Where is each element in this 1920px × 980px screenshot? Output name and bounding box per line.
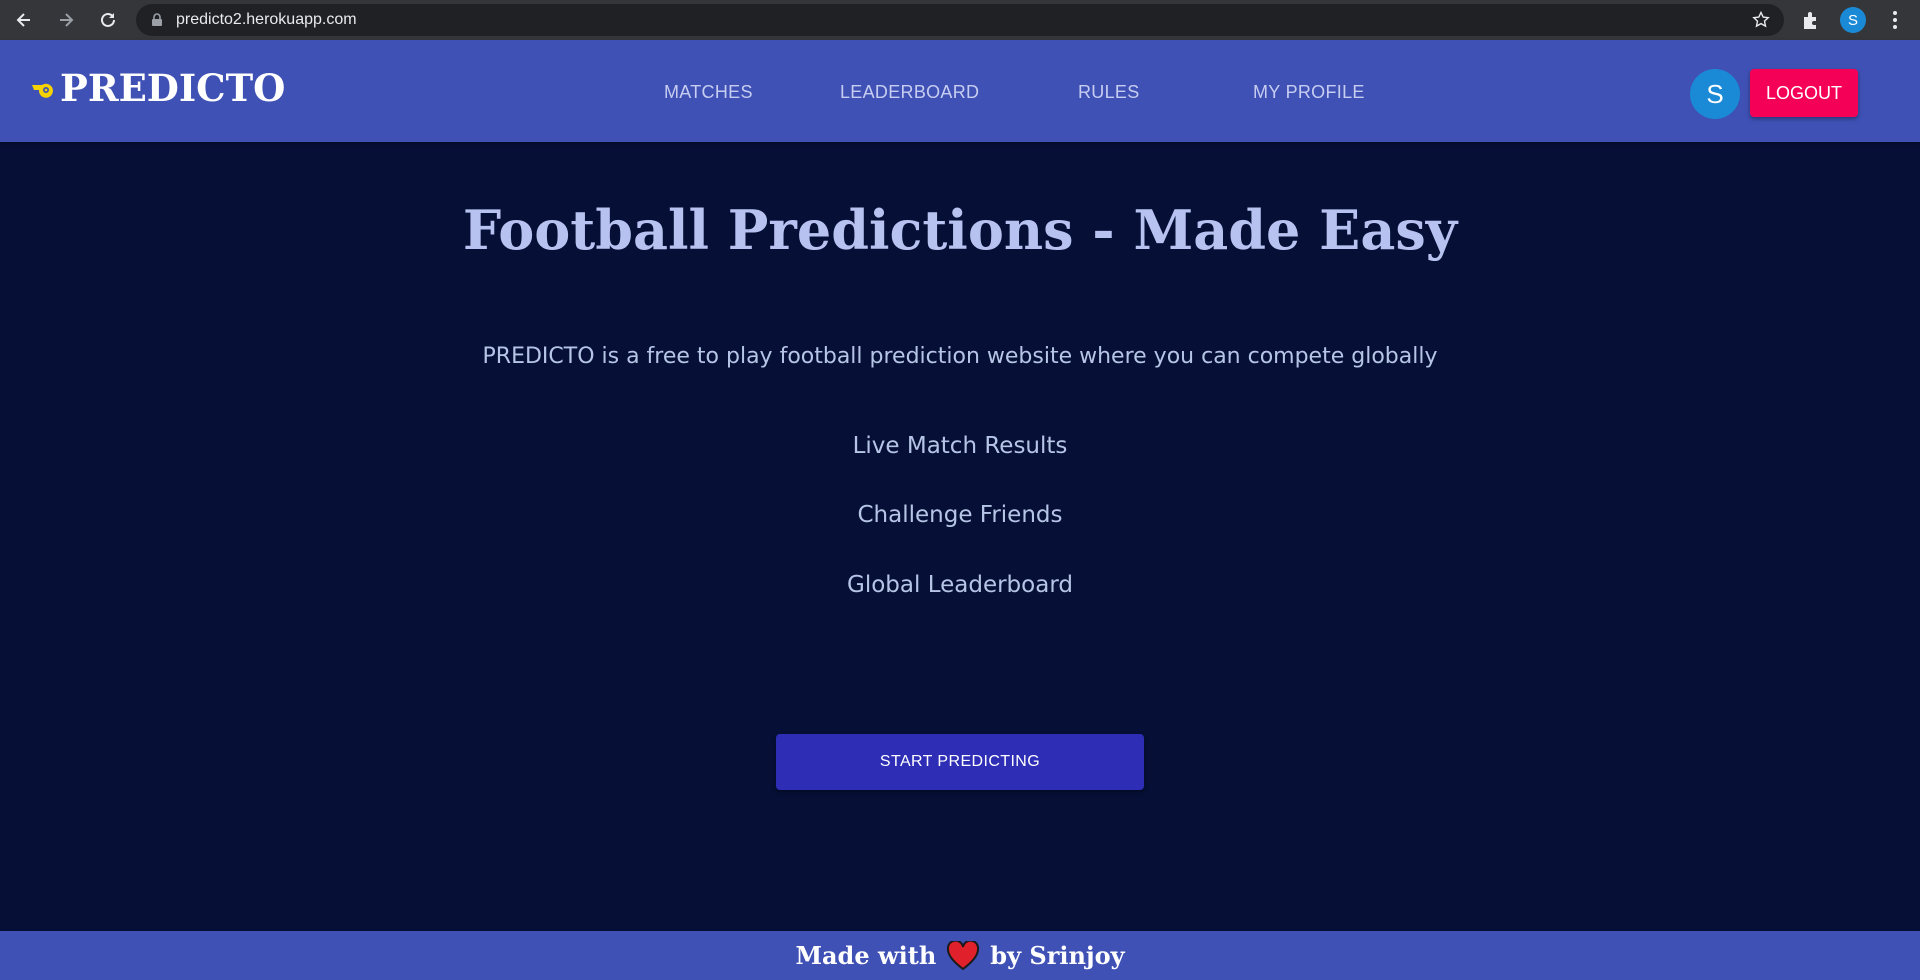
user-avatar-initial: S xyxy=(1706,78,1724,109)
back-icon[interactable] xyxy=(12,8,36,32)
reload-icon[interactable] xyxy=(96,8,120,32)
whistle-icon xyxy=(32,83,53,98)
app-header: PREDICTO MATCHES LEADERBOARD RULES MY PR… xyxy=(0,40,1920,142)
nav-rules[interactable]: RULES xyxy=(1078,82,1140,103)
feature-item: Live Match Results xyxy=(852,433,1068,459)
nav-matches[interactable]: MATCHES xyxy=(664,82,753,103)
logout-button[interactable]: LOGOUT xyxy=(1750,69,1858,117)
nav-my-profile[interactable]: MY PROFILE xyxy=(1253,82,1365,103)
start-predicting-button[interactable]: START PREDICTING xyxy=(776,734,1144,790)
feature-item: Global Leaderboard xyxy=(847,572,1073,598)
brand-logo[interactable]: PREDICTO xyxy=(30,66,285,110)
feature-item: Challenge Friends xyxy=(857,502,1063,528)
lock-icon xyxy=(152,13,162,26)
menu-icon[interactable] xyxy=(1884,9,1906,31)
footer-prefix: Made with xyxy=(795,941,937,970)
extensions-icon[interactable] xyxy=(1800,9,1822,31)
user-avatar[interactable]: S xyxy=(1690,69,1740,119)
address-bar[interactable]: predicto2.herokuapp.com xyxy=(136,4,1784,36)
browser-toolbar: predicto2.herokuapp.com S xyxy=(0,0,1920,40)
footer-author: by Srinjoy xyxy=(990,941,1125,970)
nav-leaderboard[interactable]: LEADERBOARD xyxy=(840,82,979,103)
page-title: Football Predictions - Made Easy xyxy=(462,198,1458,262)
footer: Made with by Srinjoy xyxy=(0,931,1920,980)
url-text: predicto2.herokuapp.com xyxy=(176,11,357,28)
heart-icon xyxy=(947,940,980,970)
browser-profile-initial: S xyxy=(1847,11,1858,29)
tagline: PREDICTO is a free to play football pred… xyxy=(482,344,1438,369)
forward-icon[interactable] xyxy=(54,8,78,32)
star-icon[interactable] xyxy=(1752,11,1770,29)
browser-profile-avatar[interactable]: S xyxy=(1840,7,1866,33)
brand-name: PREDICTO xyxy=(60,66,286,110)
